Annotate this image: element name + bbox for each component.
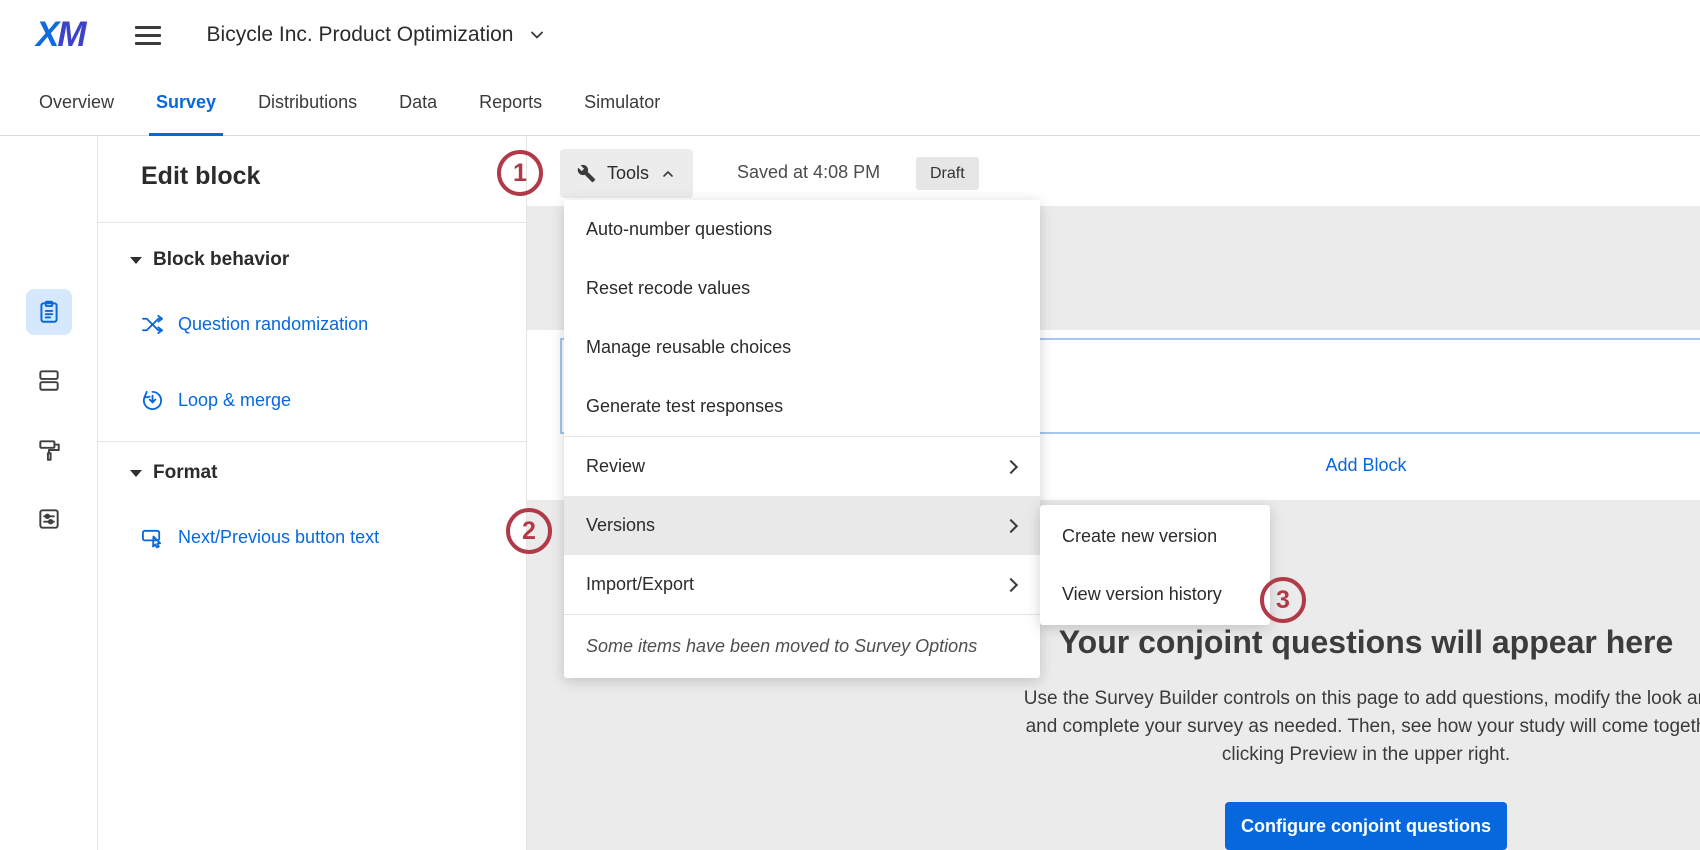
paint-roller-icon (39, 440, 60, 461)
builder-icon-rail (0, 136, 98, 850)
menu-item-auto-number-questions[interactable]: Auto-number questions (564, 200, 1040, 259)
configure-conjoint-questions-button[interactable]: Configure conjoint questions (1225, 802, 1507, 850)
loop-icon (142, 390, 162, 411)
annotation-step-1: 1 (497, 150, 543, 196)
submenu-item-view-version-history[interactable]: View version history (1040, 565, 1270, 623)
primary-nav: Overview Survey Distributions Data Repor… (0, 70, 1700, 136)
placeholder-text-line2: and complete your survey as needed. Then… (1025, 716, 1700, 737)
status-badge: Draft (916, 157, 979, 190)
menu-item-label: View version history (1062, 583, 1222, 604)
chevron-right-icon (1003, 518, 1019, 533)
tab-reports[interactable]: Reports (458, 70, 563, 135)
autosave-status: Saved at 4:08 PM (737, 162, 881, 182)
menu-item-label: Reset recode values (586, 278, 751, 298)
menu-item-import-export[interactable]: Import/Export (564, 555, 1040, 614)
shuffle-icon (142, 314, 163, 335)
tools-dropdown-menu: Auto-number questions Reset recode value… (564, 200, 1040, 678)
menu-item-label: Review (586, 456, 646, 476)
section-format[interactable]: Format (130, 462, 217, 484)
logo-letter-m: M (57, 15, 86, 54)
blocks-icon (39, 370, 59, 391)
section-block-behavior[interactable]: Block behavior (130, 249, 289, 271)
hamburger-menu-icon[interactable] (134, 21, 161, 50)
top-header: XM Bicycle Inc. Product Optimization (0, 0, 1700, 70)
chevron-right-icon (1003, 577, 1019, 592)
tab-overview[interactable]: Overview (18, 70, 135, 135)
link-label: Next/Previous button text (178, 527, 380, 547)
menu-item-label: Import/Export (586, 574, 695, 594)
section-title: Block behavior (153, 249, 290, 270)
tools-label: Tools (607, 163, 650, 183)
menu-item-generate-test-responses[interactable]: Generate test responses (564, 377, 1040, 436)
button-click-icon (142, 529, 162, 549)
logo-letter-x: X (36, 15, 59, 54)
submenu-item-create-new-version[interactable]: Create new version (1040, 507, 1270, 565)
tools-button[interactable]: Tools (560, 149, 694, 198)
placeholder-text-line1: Use the Survey Builder controls on this … (1023, 688, 1700, 709)
link-label: Question randomization (178, 314, 369, 334)
menu-item-review[interactable]: Review (564, 437, 1040, 496)
clipboard-icon (40, 300, 58, 323)
project-switcher[interactable]: Bicycle Inc. Product Optimization (207, 23, 548, 47)
menu-item-manage-reusable-choices[interactable]: Manage reusable choices (564, 318, 1040, 377)
edit-block-panel: Edit block Block behavior Question rando… (98, 136, 527, 850)
tab-data[interactable]: Data (378, 70, 458, 135)
survey-builder-app: XM Bicycle Inc. Product Optimization Ove… (0, 0, 1700, 850)
versions-submenu: Create new version View version history (1040, 505, 1270, 625)
placeholder-title: Your conjoint questions will appear here (1058, 624, 1674, 660)
wrench-icon (577, 164, 596, 183)
menu-item-label: Manage reusable choices (586, 337, 792, 357)
project-title: Bicycle Inc. Product Optimization (206, 23, 514, 46)
menu-item-label: Generate test responses (586, 396, 784, 416)
rail-item-survey-builder[interactable] (26, 289, 72, 335)
menu-item-label: Auto-number questions (586, 219, 773, 239)
link-question-randomization[interactable]: Question randomization (141, 313, 368, 336)
tab-survey[interactable]: Survey (135, 70, 237, 136)
panel-title: Edit block (141, 162, 261, 190)
link-label: Loop & merge (178, 390, 292, 410)
panel-divider (98, 222, 526, 223)
rail-item-survey-flow[interactable] (26, 496, 72, 542)
section-title: Format (153, 462, 218, 483)
add-block-link[interactable]: Add Block (1325, 455, 1406, 476)
survey-flow-icon (39, 509, 59, 529)
chevron-right-icon (1003, 459, 1019, 474)
annotation-step-3: 3 (1260, 577, 1306, 623)
rail-item-blocks[interactable] (26, 357, 72, 403)
rail-item-look-and-feel[interactable] (26, 427, 72, 473)
menu-item-reset-recode-values[interactable]: Reset recode values (564, 259, 1040, 318)
link-loop-and-merge[interactable]: Loop & merge (141, 389, 291, 412)
tab-simulator[interactable]: Simulator (563, 70, 681, 135)
link-next-previous-button-text[interactable]: Next/Previous button text (141, 526, 379, 549)
annotation-step-2: 2 (506, 508, 552, 554)
panel-divider (98, 441, 526, 442)
chevron-down-icon (531, 31, 544, 39)
menu-item-label: Create new version (1062, 525, 1218, 546)
xm-logo[interactable]: XM (36, 15, 87, 55)
menu-item-label: Versions (586, 515, 656, 535)
tab-distributions[interactable]: Distributions (237, 70, 378, 135)
placeholder-text-line3: clicking Preview in the upper right. (1221, 744, 1511, 765)
menu-footer-note: Some items have been moved to Survey Opt… (586, 636, 978, 656)
collapse-triangle-icon (130, 469, 142, 477)
collapse-triangle-icon (130, 256, 142, 264)
menu-item-versions[interactable]: Versions (564, 496, 1040, 555)
chevron-up-icon (663, 170, 673, 177)
